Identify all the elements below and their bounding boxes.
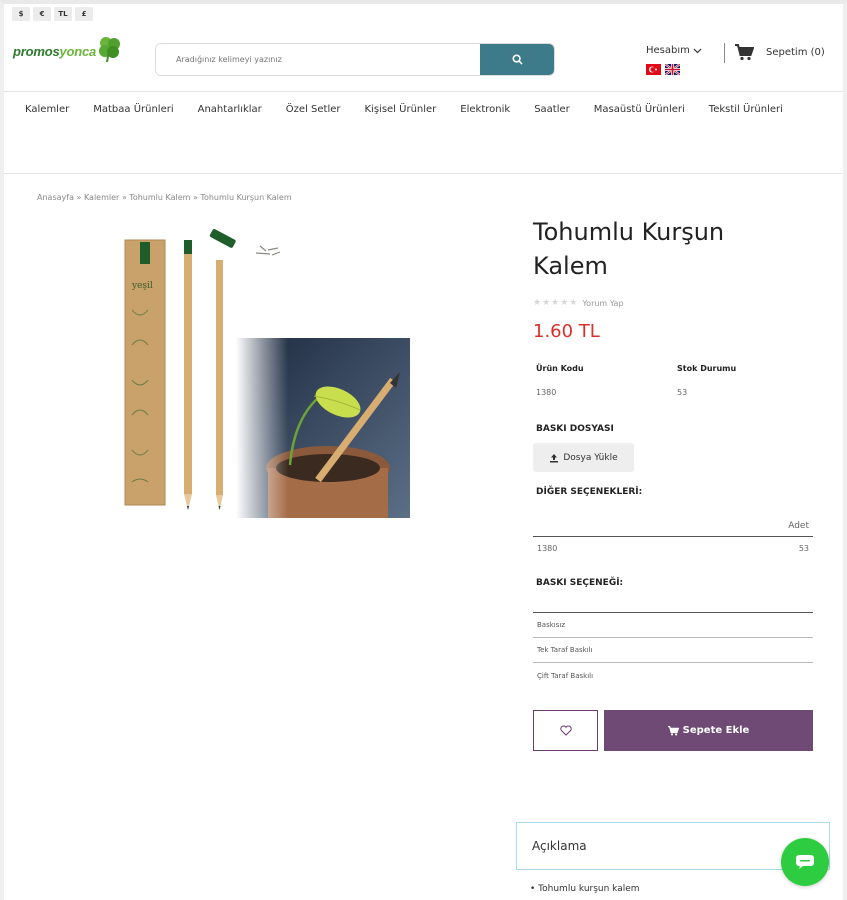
other-options-table: Adet 1380 53 [533,515,813,559]
star-rating-icon[interactable]: ★★★★★ [533,298,578,308]
language-selector [646,64,680,75]
print-option-single-side[interactable]: Tek Taraf Baskılı [533,638,813,663]
add-to-cart-button[interactable]: Sepete Ekle [604,710,813,751]
add-to-cart-label: Sepete Ekle [682,725,750,736]
nav-item-matbaa-urunleri[interactable]: Matbaa Ürünleri [93,104,173,115]
product-code-value: 1380 [536,388,557,397]
clover-logo-icon [99,37,121,63]
product-image[interactable]: yeşil [118,220,410,518]
nav-item-anahtarliklar[interactable]: Anahtarlıklar [198,104,262,115]
upload-file-label: Dosya Yükle [563,452,618,463]
product-price: 1.60 TL [533,321,600,342]
cart-icon [735,44,754,61]
uk-flag-icon[interactable] [665,64,680,75]
currency-usd[interactable]: $ [12,7,30,21]
upload-icon [550,453,559,462]
other-options-header: Adet [533,515,813,537]
other-options-label: DİĞER SEÇENEKLERİ: [536,487,643,497]
product-photo: yeşil [124,229,410,518]
nav-item-kisisel-urunler[interactable]: Kişisel Ürünler [365,104,437,115]
nav-divider-bottom [4,173,843,174]
heart-icon [559,725,572,736]
chat-icon [796,855,814,869]
print-options-list: Baskısız Tek Taraf Baskılı Çift Taraf Ba… [533,612,813,688]
product-title: Tohumlu Kurşun Kalem [533,218,725,280]
print-option-none[interactable]: Baskısız [533,613,813,638]
currency-try[interactable]: TL [54,7,72,21]
table-row[interactable]: 1380 53 [533,537,813,559]
chat-button[interactable] [781,838,829,886]
option-quantity: 53 [798,543,809,553]
nav-divider-top [4,91,843,92]
review-link[interactable]: Yorum Yap [582,299,623,308]
site-logo[interactable]: promosyonca [13,37,124,64]
nav-item-saatler[interactable]: Saatler [534,104,570,115]
currency-eur[interactable]: € [33,7,51,21]
cart-link[interactable]: Sepetim (0) [735,44,825,61]
account-label: Hesabım [646,45,690,56]
currency-selector: $ € TL £ [12,7,93,21]
search-bar [155,43,555,76]
option-code: 1380 [537,543,558,553]
list-item: • Tohumlu kurşun kalem [530,884,640,894]
cart-label: Sepetim (0) [766,47,825,58]
print-option-double-side[interactable]: Çift Taraf Baskılı [533,663,813,688]
chevron-down-icon [693,48,702,53]
stock-status-label: Stok Durumu [677,364,737,373]
wishlist-button[interactable] [533,710,598,751]
nav-item-kalemler[interactable]: Kalemler [25,104,69,115]
product-rating: ★★★★★ Yorum Yap [533,298,624,308]
main-navigation: Kalemler Matbaa Ürünleri Anahtarlıklar Ö… [25,104,825,115]
print-file-label: BASKI DOSYASI [536,424,614,434]
search-icon [511,54,523,65]
quantity-column-header: Adet [788,520,809,531]
search-input[interactable] [156,44,480,75]
breadcrumb[interactable]: Anasayfa » Kalemler » Tohumlu Kalem » To… [37,193,292,202]
header-divider [724,43,725,63]
stock-status-value: 53 [677,388,688,397]
currency-gbp[interactable]: £ [75,7,93,21]
nav-item-ozel-setler[interactable]: Özel Setler [286,104,341,115]
description-tab-label: Açıklama [532,839,587,853]
nav-item-elektronik[interactable]: Elektronik [460,104,510,115]
account-menu[interactable]: Hesabım [646,45,702,56]
upload-file-button[interactable]: Dosya Yükle [533,443,634,472]
cart-icon [667,725,679,736]
product-code-label: Ürün Kodu [536,364,584,373]
logo-wordmark: promosyonca [13,43,97,59]
svg-text:yeşil: yeşil [131,281,153,291]
nav-item-tekstil-urunleri[interactable]: Tekstil Ürünleri [709,104,783,115]
search-button[interactable] [480,44,554,75]
print-option-label: BASKI SEÇENEĞİ: [536,578,624,588]
tr-flag-icon[interactable] [646,64,661,75]
nav-item-masaustu-urunleri[interactable]: Masaüstü Ürünleri [594,104,685,115]
